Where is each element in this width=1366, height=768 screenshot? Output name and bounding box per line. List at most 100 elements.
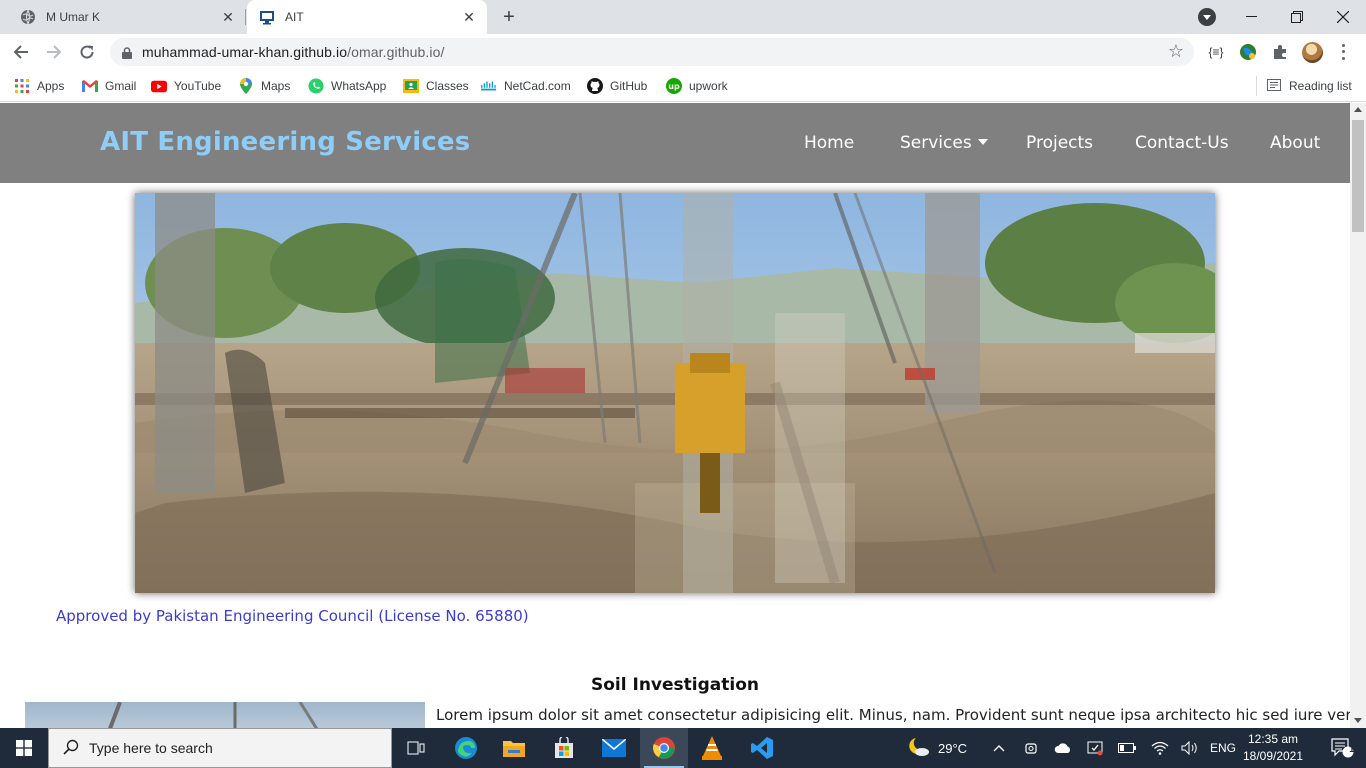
weather-temp: 29°C — [938, 740, 968, 756]
bookmark-label: YouTube — [174, 79, 222, 93]
restore-button[interactable] — [1274, 0, 1320, 34]
onedrive-cloud-icon[interactable] — [1052, 728, 1074, 768]
windows-taskbar: Type here to search 29°C ENG 12:35 am 18… — [0, 728, 1366, 768]
scroll-down-arrow-icon[interactable] — [1354, 718, 1362, 723]
new-tab-button[interactable]: + — [498, 6, 520, 28]
reload-icon[interactable] — [74, 39, 100, 65]
caret-down-icon — [977, 139, 988, 145]
bookmark-label: Maps — [261, 79, 291, 93]
bookmarks-bar: Apps Gmail YouTube Maps WhatsApp Classes — [0, 70, 1366, 102]
bookmark-label: Classes — [426, 79, 469, 93]
address-bar[interactable]: muhammad-umar-khan.github.io/omar.github… — [110, 38, 1194, 66]
nav-about[interactable]: About — [1270, 133, 1320, 153]
bookmark-apps[interactable]: Apps — [14, 76, 64, 96]
nav-contact-us[interactable]: Contact-Us — [1135, 133, 1229, 153]
clock-date: 18/09/2021 — [1242, 749, 1304, 763]
forward-arrow-icon[interactable] — [41, 39, 67, 65]
windows-start-icon[interactable] — [0, 728, 48, 768]
url-host: muhammad-umar-khan.github.io — [142, 44, 348, 60]
soil-investigation-image — [25, 702, 425, 728]
cisco-icon — [481, 78, 497, 94]
url-path: /omar.github.io/ — [347, 44, 445, 60]
bookmark-upwork[interactable]: up upwork — [666, 76, 728, 96]
close-window-button[interactable] — [1320, 0, 1366, 34]
minimize-button[interactable] — [1228, 0, 1274, 34]
action-center-icon[interactable]: 11 — [1318, 728, 1366, 768]
tab-title: AIT — [285, 10, 304, 24]
camera-tray-icon[interactable] — [1022, 728, 1042, 768]
section-text: Lorem ipsum dolor sit amet consectetur a… — [436, 706, 1350, 724]
github-icon — [587, 78, 603, 94]
chevron-up-icon[interactable] — [990, 728, 1008, 768]
nav-projects[interactable]: Projects — [1026, 133, 1093, 153]
earth-extension-icon[interactable] — [1238, 42, 1258, 62]
url-text: muhammad-umar-khan.github.io/omar.github… — [142, 44, 444, 60]
tab-title: M Umar K — [46, 10, 100, 24]
close-tab-icon[interactable]: ✕ — [461, 9, 477, 25]
lock-icon[interactable] — [122, 46, 132, 64]
vscode-icon[interactable] — [738, 728, 786, 768]
microsoft-store-icon[interactable] — [540, 728, 588, 768]
moon-cloud-icon — [908, 737, 930, 760]
search-icon — [63, 739, 79, 758]
ait-favicon-icon — [259, 9, 275, 25]
weather-widget[interactable]: 29°C — [908, 728, 967, 768]
close-tab-icon[interactable]: ✕ — [220, 9, 236, 25]
youtube-icon — [151, 78, 167, 94]
battery-icon[interactable] — [1116, 728, 1138, 768]
gmail-icon — [82, 78, 98, 94]
page-scrollbar[interactable] — [1350, 103, 1366, 728]
defender-tray-icon[interactable] — [1084, 728, 1106, 768]
bookmark-label: NetCad.com — [504, 79, 571, 93]
scroll-thumb[interactable] — [1352, 120, 1364, 232]
json-viewer-extension-icon[interactable]: {≡} — [1206, 42, 1226, 62]
bookmark-maps[interactable]: Maps — [238, 76, 290, 96]
nav-home[interactable]: Home — [804, 133, 854, 153]
bookmark-label: Gmail — [105, 79, 137, 93]
taskbar-search-box[interactable]: Type here to search — [48, 728, 392, 768]
file-explorer-icon[interactable] — [490, 728, 538, 768]
chrome-taskbar-icon[interactable] — [640, 728, 688, 768]
wifi-icon[interactable] — [1148, 728, 1172, 768]
tab-search-icon[interactable] — [1198, 8, 1216, 26]
bookmark-youtube[interactable]: YouTube — [151, 76, 221, 96]
back-arrow-icon[interactable] — [8, 39, 34, 65]
extensions-puzzle-icon[interactable] — [1270, 42, 1290, 62]
site-brand[interactable]: AIT Engineering Services — [100, 127, 470, 157]
apps-grid-icon — [14, 78, 30, 94]
bookmark-gmail[interactable]: Gmail — [82, 76, 136, 96]
chrome-menu-icon[interactable] — [1336, 42, 1350, 62]
taskbar-clock[interactable]: 12:35 am 18/09/2021 — [1240, 731, 1306, 765]
edge-browser-icon[interactable] — [442, 728, 490, 768]
language-indicator[interactable]: ENG — [1208, 728, 1238, 768]
bookmark-whatsapp[interactable]: WhatsApp — [308, 76, 386, 96]
upwork-icon: up — [666, 78, 682, 94]
web-page: AIT Engineering Services Home Services P… — [0, 103, 1350, 728]
nav-services-label: Services — [900, 133, 972, 153]
clock-time: 12:35 am — [1247, 732, 1299, 746]
bookmark-netcad[interactable]: NetCad.com — [481, 76, 571, 96]
volume-icon[interactable] — [1178, 728, 1202, 768]
bookmark-star-icon[interactable]: ☆ — [1168, 41, 1184, 62]
tab-ait[interactable]: AIT ✕ — [247, 0, 487, 34]
bookmark-github[interactable]: GitHub — [587, 76, 647, 96]
profile-avatar[interactable] — [1302, 42, 1323, 63]
globe-icon — [20, 9, 36, 25]
bookmark-classes[interactable]: Classes — [403, 76, 469, 96]
reading-list-icon — [1267, 78, 1281, 94]
bookmark-label: upwork — [689, 79, 728, 93]
nav-services[interactable]: Services — [900, 133, 988, 153]
bookmark-label: Apps — [37, 79, 65, 93]
scroll-up-arrow-icon[interactable] — [1354, 107, 1362, 112]
taskbar-search-placeholder: Type here to search — [89, 740, 213, 756]
classroom-icon — [403, 78, 419, 94]
vlc-icon[interactable] — [688, 728, 736, 768]
maps-pin-icon — [238, 78, 254, 94]
bookmark-label: GitHub — [610, 79, 648, 93]
reading-list-button[interactable]: Reading list — [1256, 76, 1352, 96]
tab-strip: M Umar K ✕ AIT ✕ + — [0, 0, 1366, 34]
tab-m-umar-k[interactable]: M Umar K ✕ — [0, 0, 246, 34]
task-view-icon[interactable] — [392, 728, 440, 768]
hero-image-drilling-site — [135, 193, 1215, 593]
mail-icon[interactable] — [590, 728, 638, 768]
